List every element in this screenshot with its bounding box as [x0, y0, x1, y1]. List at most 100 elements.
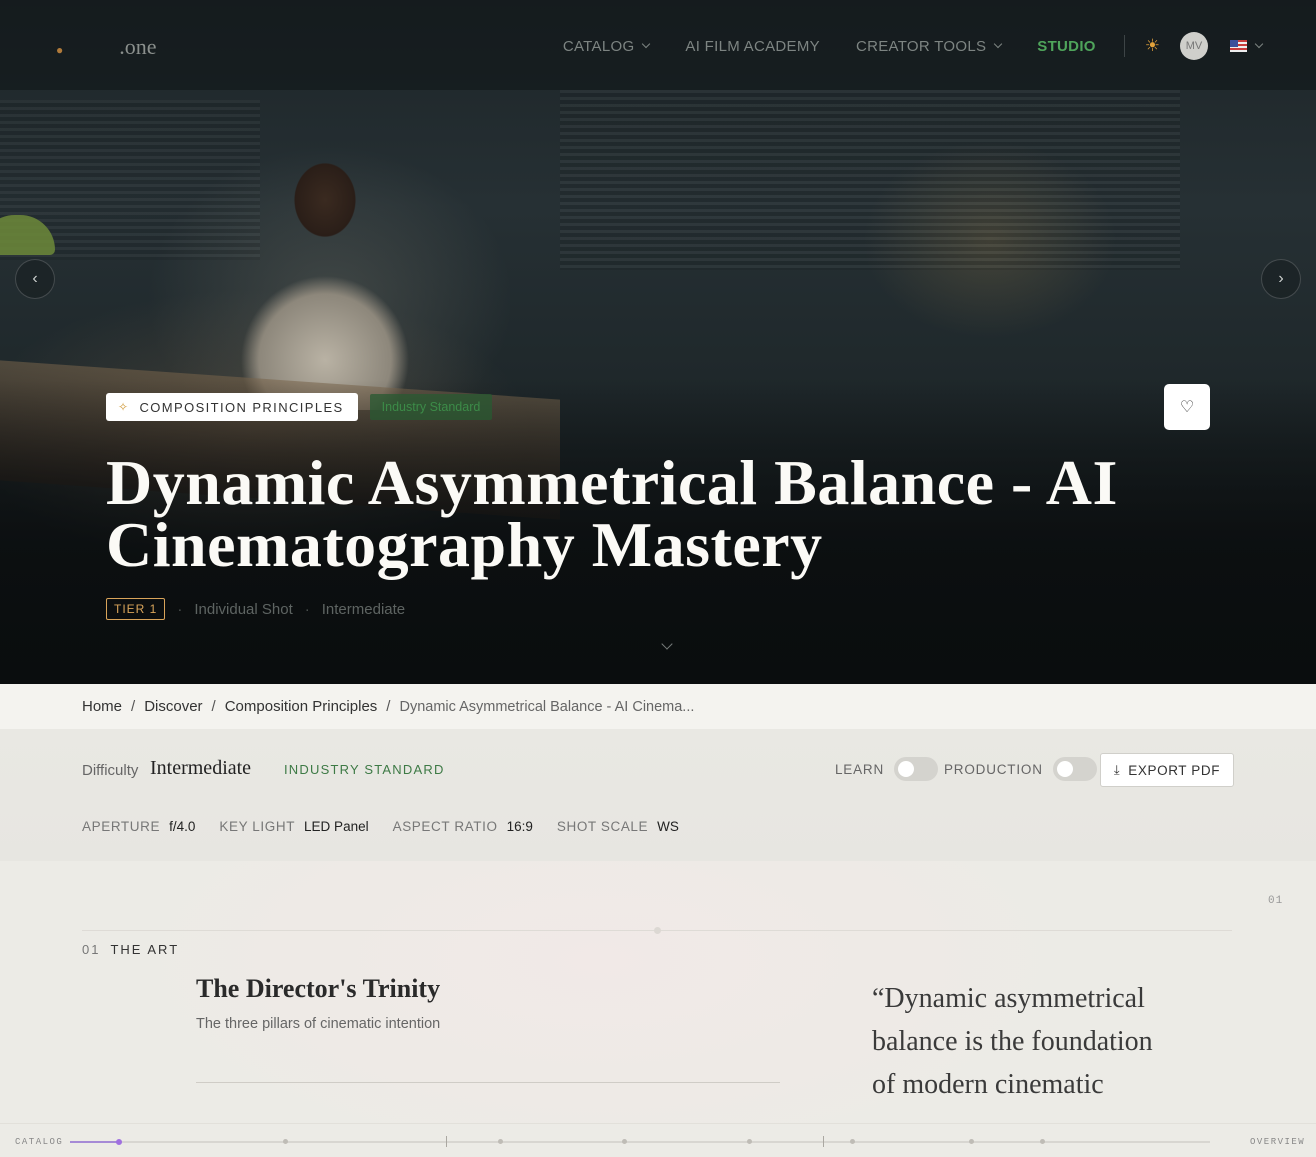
card-title: The Director's Trinity	[196, 974, 441, 1003]
difficulty-label: Difficulty	[82, 762, 139, 779]
spec-key: KEY LIGHT	[219, 819, 296, 834]
spec-key: SHOT SCALE	[556, 819, 649, 834]
page-progress-bar: CATALOG OVERVIEW	[0, 1123, 1316, 1157]
logo-text: .one	[119, 34, 157, 59]
hero-background-figure	[200, 150, 450, 410]
breadcrumb-separator: /	[386, 698, 391, 715]
learn-toggle[interactable]	[894, 757, 939, 781]
section-number: 01	[82, 942, 101, 957]
nav-item-label: STUDIO	[1037, 37, 1096, 55]
tier-badge: TIER 1	[106, 598, 166, 620]
download-icon: ⤓	[1113, 762, 1121, 777]
progress-fill	[70, 1141, 120, 1143]
progress-chapter-tick	[446, 1136, 447, 1147]
hero-banner: ● .one CATALOG AI FILM ACADEMY CREATOR TO…	[0, 0, 1316, 684]
card-subtitle: The three pillars of cinematic intention	[196, 1016, 441, 1032]
industry-standard-tag: Industry Standard	[369, 394, 493, 420]
site-logo[interactable]: ● .one	[56, 34, 157, 60]
breadcrumb: Home / Discover / Composition Principles…	[0, 684, 1316, 729]
nav-item-ai-film-academy[interactable]: AI FILM ACADEMY	[685, 38, 820, 55]
nav-item-creator-tools[interactable]: CREATOR TOOLS	[855, 37, 1003, 55]
us-flag-icon	[1230, 40, 1247, 52]
section-title: THE ART	[110, 942, 180, 957]
breadcrumb-home[interactable]: Home	[82, 698, 122, 715]
chevron-right-icon: ›	[1278, 270, 1284, 287]
progress-marker-current[interactable]	[116, 1139, 122, 1145]
language-selector[interactable]	[1230, 39, 1264, 52]
export-pdf-button[interactable]: ⤓ EXPORT PDF	[1100, 753, 1234, 787]
progress-marker[interactable]	[747, 1139, 752, 1144]
breadcrumb-separator: /	[211, 698, 216, 715]
section-heading: 01 THE ART	[82, 942, 179, 957]
sun-icon[interactable]: ☀	[1145, 36, 1160, 56]
progress-chapter-tick	[823, 1136, 824, 1147]
page-title: Dynamic Asymmetrical Balance - AI Cinema…	[106, 447, 1118, 580]
chevron-down-icon	[994, 39, 1003, 49]
progress-marker[interactable]	[1040, 1139, 1045, 1144]
card-divider	[196, 1082, 780, 1083]
nav-item-label: AI FILM ACADEMY	[685, 37, 820, 55]
nav-item-label: CATALOG	[562, 37, 635, 55]
hero-tags: ✧ COMPOSITION PRINCIPLES Industry Standar…	[106, 393, 493, 421]
export-pdf-label: EXPORT PDF	[1128, 762, 1221, 778]
nav-divider	[1123, 35, 1125, 57]
progress-marker[interactable]	[622, 1139, 627, 1144]
hero-background-window-blinds	[560, 90, 1180, 270]
spec-aspect-ratio: ASPECT RATIO 16:9	[393, 819, 533, 834]
progress-marker[interactable]	[283, 1139, 288, 1144]
heart-icon: ♡	[1179, 399, 1195, 416]
breadcrumb-discover[interactable]: Discover	[144, 698, 202, 715]
breadcrumb-composition-principles[interactable]: Composition Principles	[225, 698, 378, 715]
sparkle-icon: ✧	[118, 400, 130, 414]
production-toggle[interactable]	[1052, 757, 1097, 781]
progress-start-label[interactable]: CATALOG	[15, 1137, 63, 1147]
logo-mark-icon: ●	[56, 43, 64, 57]
progress-marker[interactable]	[969, 1139, 974, 1144]
section-divider-dot	[654, 927, 661, 934]
production-toggle-group: PRODUCTION	[944, 757, 1097, 781]
nav-item-studio[interactable]: STUDIO	[1037, 38, 1095, 55]
top-navigation: ● .one CATALOG AI FILM ACADEMY CREATOR TO…	[0, 0, 1316, 90]
breadcrumb-separator: /	[131, 698, 136, 715]
spec-value: WS	[657, 819, 679, 834]
production-toggle-label: PRODUCTION	[944, 761, 1043, 777]
spec-value: f/4.0	[169, 819, 196, 834]
hero-meta: TIER 1 · Individual Shot · Intermediate	[106, 598, 405, 620]
difficulty-value: Intermediate	[150, 757, 252, 779]
nav-menu: CATALOG AI FILM ACADEMY CREATOR TOOLS ST…	[527, 30, 1264, 62]
progress-marker[interactable]	[498, 1139, 503, 1144]
chevron-left-icon: ‹	[32, 270, 38, 287]
section-index: 01	[1268, 895, 1284, 907]
progress-track[interactable]	[70, 1136, 1210, 1147]
technique-toolbar: Difficulty Intermediate INDUSTRY STANDAR…	[0, 729, 1316, 861]
category-tag-label: COMPOSITION PRINCIPLES	[139, 399, 344, 415]
section-the-art: 01 01 THE ART The Director's Trinity The …	[0, 861, 1316, 1123]
category-tag[interactable]: ✧ COMPOSITION PRINCIPLES	[106, 393, 358, 421]
industry-standard-badge: INDUSTRY STANDARD	[284, 762, 445, 777]
carousel-next-button[interactable]: ›	[1261, 259, 1301, 299]
nav-item-catalog[interactable]: CATALOG	[562, 37, 651, 55]
spec-aperture: APERTURE f/4.0	[82, 819, 195, 834]
spec-shot-scale: SHOT SCALE WS	[557, 819, 679, 834]
level-label: Intermediate	[321, 600, 406, 618]
favorite-button[interactable]: ♡	[1164, 384, 1210, 430]
progress-end-label[interactable]: OVERVIEW	[1250, 1137, 1305, 1147]
progress-marker[interactable]	[850, 1139, 855, 1144]
spec-key: ASPECT RATIO	[392, 819, 498, 834]
pull-quote: “Dynamic asymmetrical balance is the fou…	[872, 983, 1153, 1100]
nav-item-label: CREATOR TOOLS	[855, 37, 987, 55]
meta-separator: ·	[304, 600, 310, 618]
learn-toggle-label: LEARN	[835, 761, 885, 777]
spec-key: APERTURE	[82, 819, 161, 834]
spec-key-light: KEY LIGHT LED Panel	[219, 819, 368, 834]
spec-list: APERTURE f/4.0 KEY LIGHT LED Panel ASPECT …	[82, 819, 703, 834]
chevron-down-icon	[642, 39, 651, 49]
spec-value: 16:9	[506, 819, 533, 834]
shot-type-label: Individual Shot	[194, 600, 293, 618]
user-avatar[interactable]: MV	[1180, 32, 1208, 60]
meta-separator: ·	[177, 600, 183, 618]
breadcrumb-current: Dynamic Asymmetrical Balance - AI Cinema…	[399, 698, 695, 715]
chevron-down-icon	[1254, 39, 1264, 49]
learn-toggle-group: LEARN	[835, 757, 939, 781]
carousel-prev-button[interactable]: ‹	[15, 259, 55, 299]
